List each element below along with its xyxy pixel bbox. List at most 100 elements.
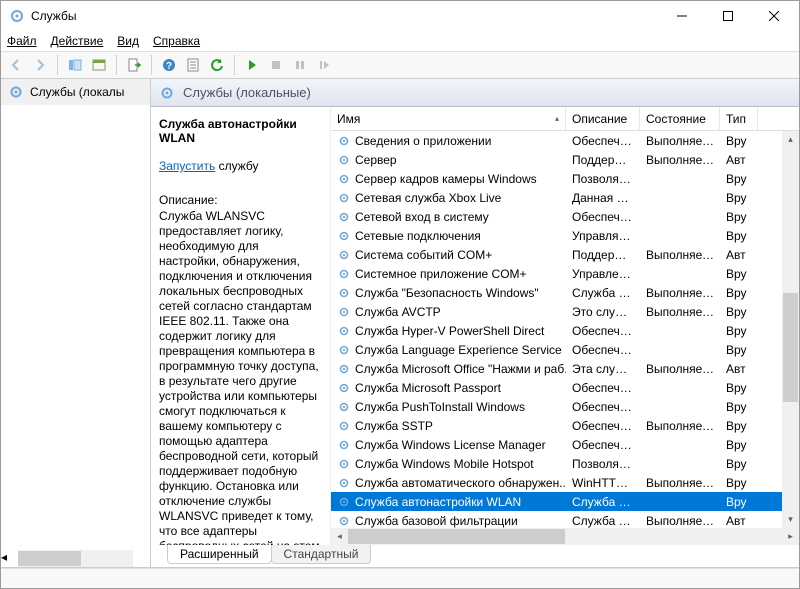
help-button[interactable]: ? [158, 54, 180, 76]
service-row[interactable]: Сетевая служба Xbox LiveДанная сл...Вру [331, 188, 782, 207]
toolbar: ? [1, 51, 799, 79]
menu-action[interactable]: Действие [51, 34, 104, 48]
service-desc-cell: Поддержи... [566, 248, 640, 262]
scroll-right-icon[interactable]: ▸ [782, 528, 799, 545]
service-row[interactable]: Служба Windows Mobile HotspotПозволяет..… [331, 454, 782, 473]
start-service-link[interactable]: Запустить [159, 159, 215, 173]
list-rows[interactable]: Сведения о приложенииОбеспечи...Выполняе… [331, 131, 782, 528]
service-state-cell: Выполняется [640, 305, 720, 319]
tab-standard[interactable]: Стандартный [271, 545, 372, 564]
service-type-cell: Вру [720, 457, 758, 471]
service-row[interactable]: Сервер кадров камеры WindowsПозволяет...… [331, 169, 782, 188]
service-type-cell: Вру [720, 229, 758, 243]
service-name-cell: Служба базовой фильтрации [355, 514, 518, 528]
service-row[interactable]: Служба "Безопасность Windows"Служба "Б..… [331, 283, 782, 302]
gear-icon [337, 514, 351, 528]
service-name-cell: Системное приложение COM+ [355, 267, 527, 281]
column-description[interactable]: Описание [566, 107, 640, 130]
service-row[interactable]: Служба автоматического обнаружен...WinHT… [331, 473, 782, 492]
console-props-button[interactable] [88, 54, 110, 76]
service-row[interactable]: Служба Microsoft PassportОбеспечи...Вру [331, 378, 782, 397]
service-row[interactable]: Служба Language Experience ServiceОбеспе… [331, 340, 782, 359]
gear-icon [337, 400, 351, 414]
column-state[interactable]: Состояние [640, 107, 720, 130]
tab-extended[interactable]: Расширенный [167, 545, 272, 564]
service-row[interactable]: Системное приложение COM+Управлен...Вру [331, 264, 782, 283]
service-row[interactable]: Служба Microsoft Office "Нажми и раб...Э… [331, 359, 782, 378]
service-name-cell: Сетевая служба Xbox Live [355, 191, 501, 205]
menu-view[interactable]: Вид [117, 34, 139, 48]
show-hide-tree-button[interactable] [64, 54, 86, 76]
list-vscroll[interactable]: ▴ ▾ [782, 131, 799, 528]
service-type-cell: Вру [720, 476, 758, 490]
gear-icon [8, 84, 24, 100]
scroll-left-icon[interactable]: ◂ [331, 528, 348, 545]
service-row[interactable]: Служба автонастройки WLANСлужба W...Вру [331, 492, 782, 511]
service-name-cell: Сетевые подключения [355, 229, 481, 243]
service-row[interactable]: Служба базовой фильтрацииСлужба ба...Вып… [331, 511, 782, 528]
properties-button[interactable] [182, 54, 204, 76]
service-type-cell: Вру [720, 267, 758, 281]
service-name-cell: Служба PushToInstall Windows [355, 400, 525, 414]
service-type-cell: Авт [720, 248, 758, 262]
service-name-cell: Система событий COM+ [355, 248, 492, 262]
service-type-cell: Вру [720, 419, 758, 433]
restart-service-button[interactable] [313, 54, 335, 76]
gear-icon [337, 476, 351, 490]
service-type-cell: Вру [720, 381, 758, 395]
menu-help[interactable]: Справка [153, 34, 200, 48]
gear-icon [337, 457, 351, 471]
service-row[interactable]: СерверПоддержи...ВыполняетсяАвт [331, 150, 782, 169]
list-hscroll[interactable]: ◂ ▸ [331, 528, 799, 545]
service-row[interactable]: Сведения о приложенииОбеспечи...Выполняе… [331, 131, 782, 150]
menu-file[interactable]: Файл [7, 34, 37, 48]
back-button[interactable] [5, 54, 27, 76]
column-type[interactable]: Тип [720, 107, 758, 130]
service-desc-cell: Управляет... [566, 229, 640, 243]
service-state-cell: Выполняется [640, 153, 720, 167]
service-row[interactable]: Служба AVCTPЭто служб...ВыполняетсяВру [331, 302, 782, 321]
gear-icon [337, 248, 351, 262]
app-icon [9, 8, 25, 24]
service-name-cell: Служба Language Experience Service [355, 343, 562, 357]
service-name-cell: Сетевой вход в систему [355, 210, 489, 224]
gear-icon [337, 495, 351, 509]
service-row[interactable]: Служба Windows License ManagerОбеспечи..… [331, 435, 782, 454]
start-service-button[interactable] [241, 54, 263, 76]
selected-service-name: Служба автонастройки WLAN [159, 117, 322, 145]
service-row[interactable]: Сетевые подключения Управляет... Вру [331, 226, 782, 245]
services-list-pane: Имя▴ Описание Состояние Тип Сведения о п… [331, 107, 799, 545]
service-desc-cell: Обеспечи... [566, 400, 640, 414]
stop-service-button[interactable] [265, 54, 287, 76]
close-button[interactable] [751, 1, 797, 31]
service-type-cell: Вру [720, 210, 758, 224]
right-pane-header: Службы (локальные) [151, 79, 799, 107]
sort-asc-icon: ▴ [555, 114, 559, 123]
service-name-cell: Служба Microsoft Office "Нажми и раб... [355, 362, 566, 376]
gear-icon [159, 85, 175, 101]
service-row[interactable]: Служба SSTPОбеспечи...ВыполняетсяВру [331, 416, 782, 435]
service-row[interactable]: Сетевой вход в систему Обеспечи... Вру [331, 207, 782, 226]
service-row[interactable]: Система событий COM+Поддержи...Выполняет… [331, 245, 782, 264]
service-name-cell: Служба SSTP [355, 419, 433, 433]
refresh-button[interactable] [206, 54, 228, 76]
scroll-down-icon[interactable]: ▾ [782, 511, 799, 528]
service-type-cell: Авт [720, 362, 758, 376]
tree-pane: Службы (локалы ◂ ▸ [1, 79, 151, 567]
service-name-cell: Служба Microsoft Passport [355, 381, 501, 395]
pause-service-button[interactable] [289, 54, 311, 76]
titlebar[interactable]: Службы [1, 1, 799, 31]
scroll-up-icon[interactable]: ▴ [782, 131, 799, 148]
tree-hscroll[interactable]: ◂ ▸ [1, 550, 150, 567]
minimize-button[interactable] [659, 1, 705, 31]
tree-root-item[interactable]: Службы (локалы [1, 79, 150, 105]
gear-icon [337, 419, 351, 433]
service-desc-cell: Обеспечи... [566, 210, 640, 224]
column-name[interactable]: Имя▴ [331, 107, 566, 130]
service-row[interactable]: Служба PushToInstall WindowsОбеспечи...В… [331, 397, 782, 416]
maximize-button[interactable] [705, 1, 751, 31]
service-row[interactable]: Служба Hyper-V PowerShell DirectОбеспечи… [331, 321, 782, 340]
forward-button[interactable] [29, 54, 51, 76]
service-name-cell: Служба AVCTP [355, 305, 441, 319]
export-list-button[interactable] [123, 54, 145, 76]
